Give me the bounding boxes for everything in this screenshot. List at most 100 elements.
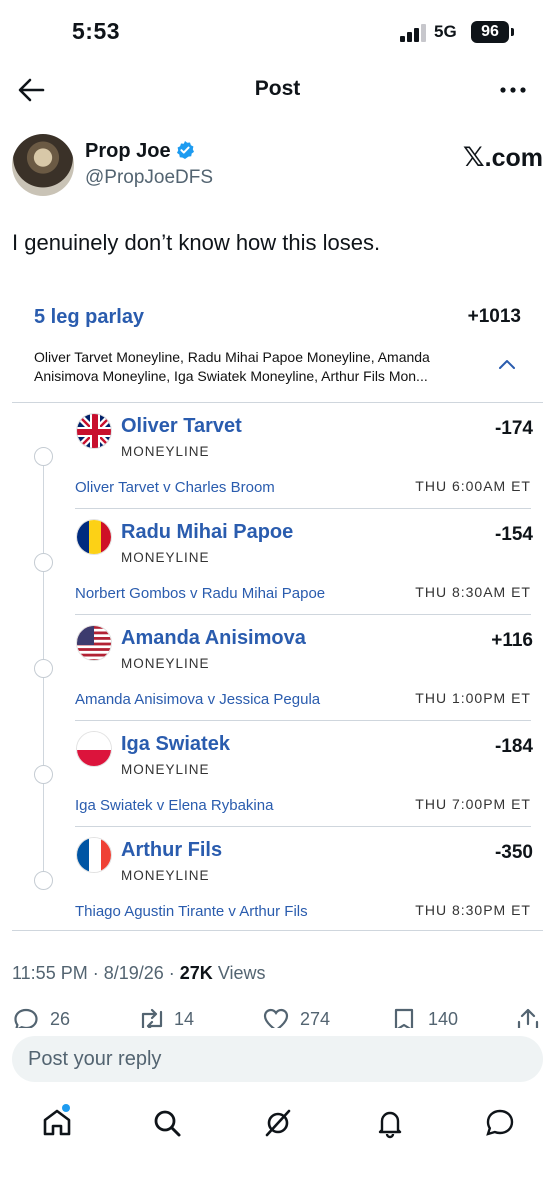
leg-match[interactable]: Thiago Agustin Tirante v Arthur Fils [75,903,308,920]
parlay-description: Oliver Tarvet Moneyline, Radu Mihai Papo… [34,349,430,384]
notification-dot [62,1104,70,1112]
timeline-node [34,447,53,466]
message-icon [486,1109,514,1136]
reply-icon [14,1008,38,1028]
more-horizontal-icon [500,87,526,93]
tab-grok[interactable] [261,1106,295,1140]
leg-odds: -174 [494,418,533,439]
meta-separator: · [163,963,180,983]
leg-player-name: Amanda Anisimova [121,627,306,649]
timeline-node [34,659,53,678]
source-domain: .com [484,144,543,172]
tab-notifications[interactable] [373,1106,407,1140]
fr-flag-icon [76,837,112,873]
ro-flag-icon [76,519,112,555]
post-date: 8/19/26 [103,963,164,983]
us-flag-icon [76,625,112,661]
parlay-legs: Oliver Tarvet MONEYLINE -174 Oliver Tarv… [12,403,543,931]
reply-input[interactable] [28,1036,528,1082]
timeline-node [34,553,53,572]
reply-count: 26 [50,1009,71,1028]
leg-player-name: Radu Mihai Papoe [121,521,294,543]
leg-player-name: Oliver Tarvet [121,415,242,437]
parlay-leg[interactable]: Arthur Fils MONEYLINE -350 Thiago Agusti… [12,827,543,933]
battery-nub [511,28,514,36]
bookmark-count: 140 [428,1009,459,1028]
network-type: 5G [434,22,457,41]
leg-odds: +116 [491,630,533,651]
share-icon [517,1008,539,1028]
tab-messages[interactable] [483,1106,517,1140]
repost-count: 14 [174,1009,195,1028]
leg-player-name: Arthur Fils [121,839,223,861]
post-meta: 11:55 PM · 8/19/26 · 27K Views [12,963,266,984]
leg-player-name: Iga Swiatek [121,733,230,755]
author-handle[interactable]: @PropJoeDFS [85,167,213,189]
reply-bar [12,1036,543,1082]
heart-icon [263,1008,289,1028]
leg-match[interactable]: Amanda Anisimova v Jessica Pegula [75,691,320,708]
avatar[interactable] [12,134,74,196]
share-action[interactable] [514,1004,544,1028]
timeline-node [34,765,53,784]
leg-time: THU 1:00PM ET [415,690,531,706]
repost-icon [141,1008,163,1028]
leg-market: MONEYLINE [121,868,210,883]
status-bar: 5:53 5G 96 [0,0,555,66]
signal-icon [400,24,428,42]
meta-separator: · [87,963,104,983]
parlay-leg[interactable]: Radu Mihai Papoe MONEYLINE -154 Norbert … [12,509,543,615]
parlay-leg[interactable]: Amanda Anisimova MONEYLINE +116 Amanda A… [12,615,543,721]
leg-time: THU 7:00PM ET [415,796,531,812]
post-time: 11:55 PM [12,963,88,983]
like-count: 274 [300,1009,331,1028]
tab-search[interactable] [150,1106,184,1140]
leg-market: MONEYLINE [121,656,210,671]
more-button[interactable] [497,76,529,104]
post-author: Prop Joe @PropJoeDFS 𝕏.com [12,130,543,200]
x-logo-icon: 𝕏 [462,142,485,173]
leg-odds: -350 [494,842,533,863]
parlay-leg[interactable]: Oliver Tarvet MONEYLINE -174 Oliver Tarv… [12,403,543,509]
top-nav: Post [0,66,555,114]
bell-icon [378,1111,402,1139]
parlay-leg[interactable]: Iga Swiatek MONEYLINE -184 Iga Swiatek v… [12,721,543,827]
parlay-title[interactable]: 5 leg parlay [34,306,144,329]
leg-time: THU 6:00AM ET [415,478,531,494]
tab-home[interactable] [40,1106,74,1140]
author-name-row[interactable]: Prop Joe [85,140,195,163]
page-title: Post [254,77,301,100]
repost-action[interactable]: 14 [136,1004,206,1028]
grok-icon [265,1109,291,1137]
leg-match[interactable]: Iga Swiatek v Elena Rybakina [75,797,273,814]
bookmark-icon [394,1008,414,1028]
parlay-odds: +1013 [467,306,521,327]
battery-icon: 96 [471,21,509,43]
source-label: 𝕏.com [463,142,543,173]
gb-flag-icon [76,413,112,449]
views-label: Views [212,963,266,983]
like-action[interactable]: 274 [262,1004,342,1028]
chevron-up-icon [499,360,515,369]
pl-flag-icon [76,731,112,767]
reply-action[interactable]: 26 [12,1004,82,1028]
leg-time: THU 8:30PM ET [415,902,531,918]
leg-match[interactable]: Oliver Tarvet v Charles Broom [75,479,275,496]
divider [12,930,543,931]
post-actions: 26 14 274 140 [0,1004,555,1028]
bottom-tab-bar [0,1100,555,1150]
leg-odds: -184 [494,736,533,757]
timeline-node [34,871,53,890]
collapse-button[interactable] [496,356,518,372]
leg-odds: -154 [494,524,533,545]
leg-market: MONEYLINE [121,444,210,459]
author-name: Prop Joe [85,140,171,162]
leg-time: THU 8:30AM ET [415,584,531,600]
post-text: I genuinely don’t know how this loses. [12,230,381,255]
views-count[interactable]: 27K [180,963,213,983]
bookmark-action[interactable]: 140 [390,1004,470,1028]
status-time: 5:53 [72,18,121,44]
verified-badge-icon [176,141,194,159]
leg-market: MONEYLINE [121,762,210,777]
leg-match[interactable]: Norbert Gombos v Radu Mihai Papoe [75,585,325,602]
